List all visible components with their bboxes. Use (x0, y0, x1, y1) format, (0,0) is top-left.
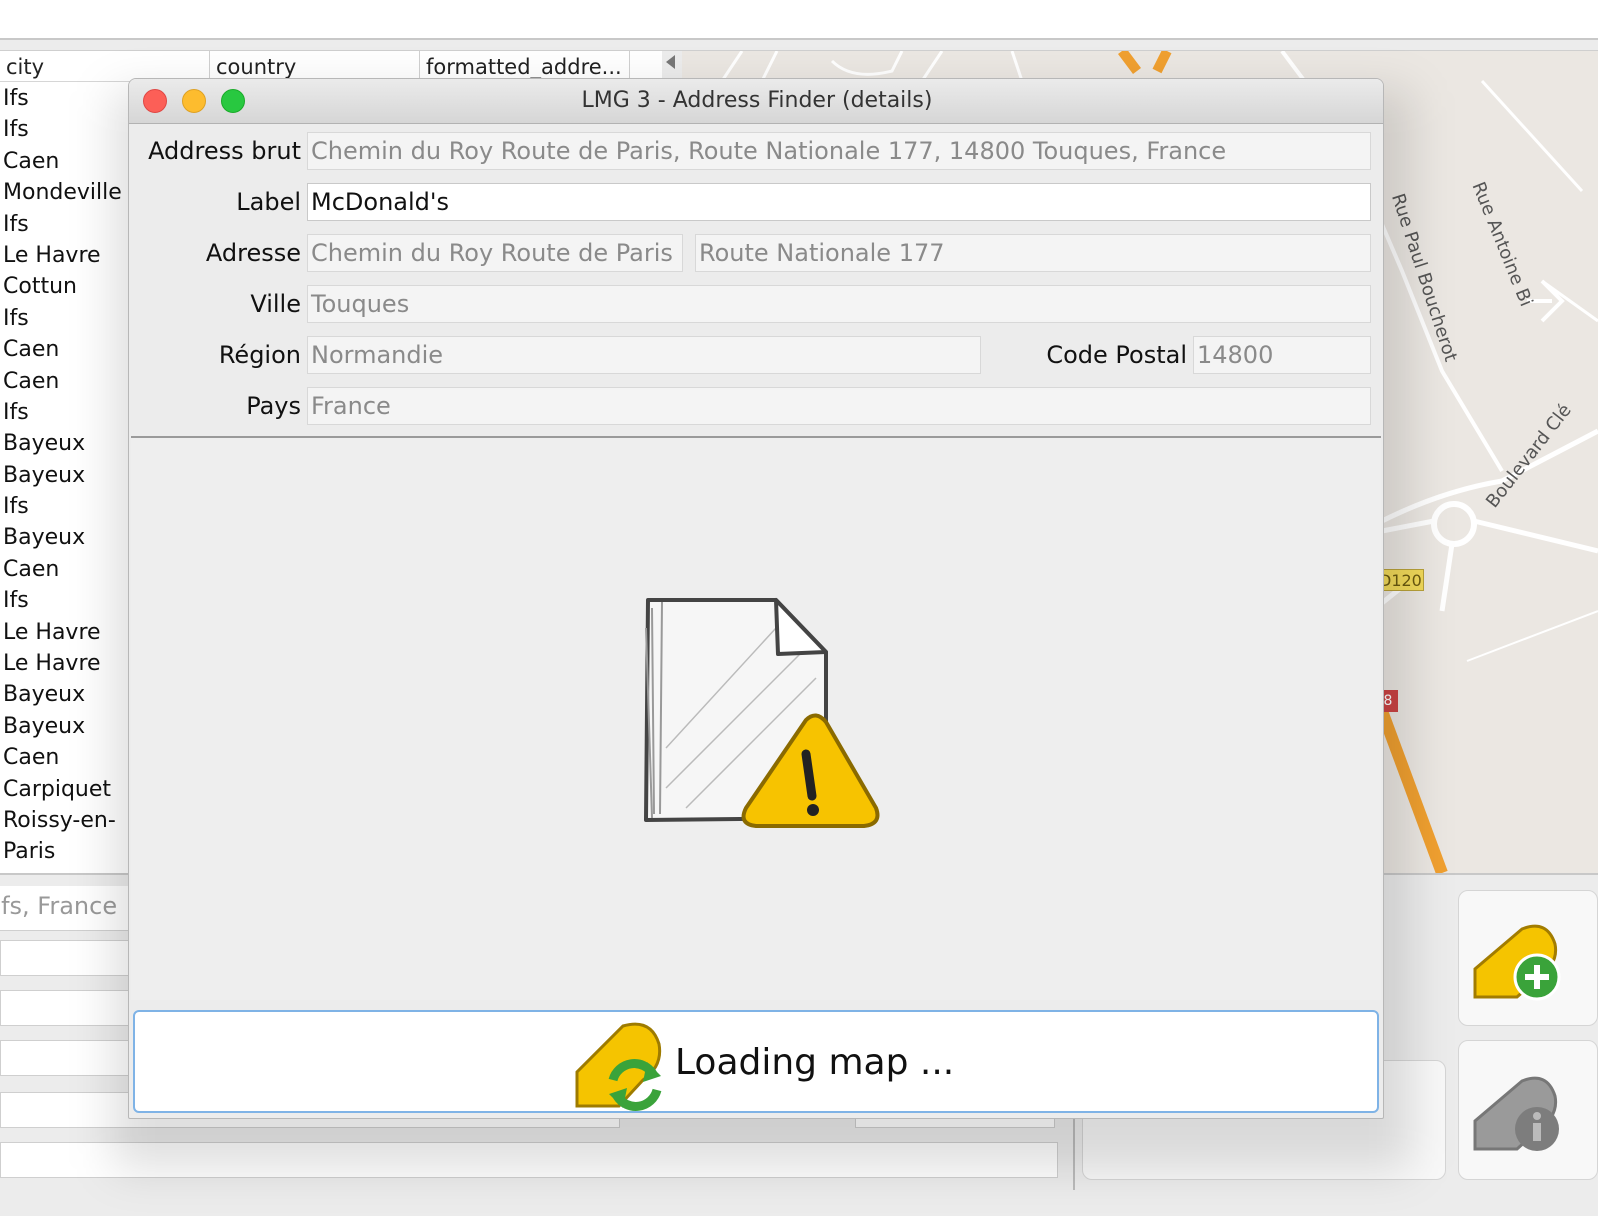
table-scroll-left-button[interactable] (662, 51, 682, 81)
code-postal-field[interactable]: 14800 (1193, 336, 1371, 374)
pays-field[interactable]: France (307, 387, 1371, 425)
arrow-left-icon (666, 55, 675, 69)
map-pin-info-icon (1473, 1076, 1559, 1151)
adresse-line2-field[interactable]: Route Nationale 177 (695, 234, 1371, 272)
column-header-country[interactable]: country (210, 51, 420, 81)
info-location-button[interactable] (1458, 1040, 1598, 1180)
toolbar-band (0, 40, 1598, 51)
add-location-button[interactable] (1458, 890, 1598, 1026)
loading-map-button[interactable]: Loading map ... (133, 1010, 1379, 1113)
column-header-city[interactable]: city (0, 51, 210, 81)
adresse-label: Adresse (205, 239, 301, 267)
address-brut-field[interactable]: Chemin du Roy Route de Paris, Route Nati… (307, 132, 1371, 170)
address-brut-label: Address brut (148, 137, 301, 165)
document-warning-icon (644, 598, 880, 828)
app-toolbar-area (0, 0, 1598, 38)
label-label: Label (236, 188, 301, 216)
dialog-title: LMG 3 - Address Finder (details) (581, 88, 933, 113)
region-label: Région (218, 341, 301, 369)
map-pin-refresh-icon (575, 1022, 662, 1111)
address-form: Address brut Chemin du Roy Route de Pari… (131, 123, 1381, 438)
dialog-titlebar[interactable]: LMG 3 - Address Finder (details) (129, 79, 1383, 124)
map-preview-panel (131, 438, 1381, 1000)
ville-label: Ville (250, 290, 301, 318)
column-header-formatted-address[interactable]: formatted_addre... (420, 51, 630, 81)
loading-map-label: Loading map ... (675, 1042, 955, 1083)
ville-field[interactable]: Touques (307, 285, 1371, 323)
code-postal-label: Code Postal (1046, 341, 1187, 369)
address-finder-dialog: LMG 3 - Address Finder (details) Address… (128, 78, 1384, 1119)
address-field-value: Ifs, France (0, 892, 118, 920)
adresse-line1-field[interactable]: Chemin du Roy Route de Paris (307, 234, 683, 272)
map-pin-add-icon (1473, 924, 1561, 1001)
pays-label: Pays (246, 392, 301, 420)
region-field[interactable]: Normandie (307, 336, 981, 374)
label-field[interactable]: McDonald's (307, 183, 1371, 221)
